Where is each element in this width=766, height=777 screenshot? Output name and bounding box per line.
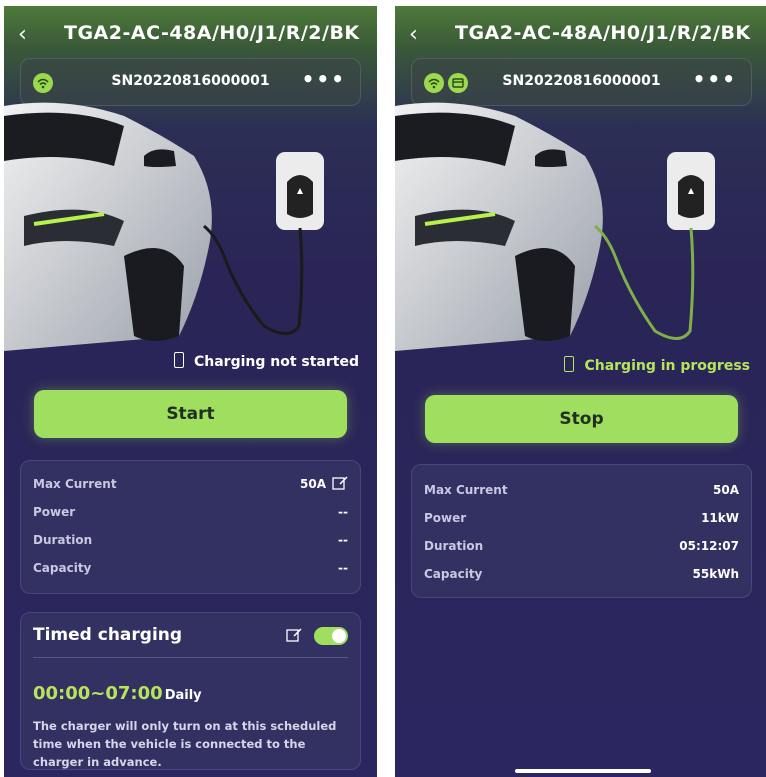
battery-icon — [564, 356, 575, 372]
car-charger-illustration — [4, 102, 324, 352]
page-title: TGA2-AC-48A/H0/J1/R/2/BK — [455, 22, 751, 44]
charging-status-text: Charging in progress — [584, 358, 750, 374]
edit-icon[interactable] — [332, 475, 348, 494]
start-button[interactable]: Start — [34, 390, 347, 438]
screen-not-charging: ‹ TGA2-AC-48A/H0/J1/R/2/BK SN20220816000… — [4, 6, 377, 777]
info-label: Capacity — [424, 567, 483, 581]
charger-info-card: Max Current 50A Power -- Duration -- Cap… — [20, 460, 361, 594]
info-row-capacity: Capacity 55kWh — [424, 567, 739, 587]
stop-button[interactable]: Stop — [425, 395, 738, 443]
info-value: 05:12:07 — [679, 539, 739, 553]
info-row-duration: Duration 05:12:07 — [424, 539, 739, 559]
charging-status: Charging not started — [173, 352, 359, 370]
edit-icon[interactable] — [286, 627, 302, 647]
header: ‹ TGA2-AC-48A/H0/J1/R/2/BK — [4, 18, 377, 52]
back-icon[interactable]: ‹ — [409, 22, 418, 47]
info-value: 55kWh — [692, 567, 739, 581]
charging-status-text: Charging not started — [193, 354, 359, 370]
info-value: -- — [338, 505, 348, 519]
screen-charging: ‹ TGA2-AC-48A/H0/J1/R/2/BK SN20220816000… — [395, 6, 766, 777]
info-row-power: Power -- — [33, 505, 348, 525]
timed-charging-toggle[interactable] — [314, 627, 348, 645]
repeat-label: Daily — [164, 688, 202, 703]
toggle-knob — [332, 629, 346, 643]
info-label: Duration — [424, 539, 484, 553]
divider — [33, 657, 348, 658]
info-row-power: Power 11kW — [424, 511, 739, 531]
info-label: Power — [424, 511, 467, 525]
info-value: -- — [338, 561, 348, 575]
time-range-text: 00:00~07:00 — [33, 683, 163, 704]
more-icon[interactable]: ••• — [302, 67, 346, 91]
schedule-time-range: 00:00~07:00 Daily — [33, 683, 202, 704]
back-icon[interactable]: ‹ — [18, 22, 27, 47]
info-row-duration: Duration -- — [33, 533, 348, 553]
timed-charging-description: The charger will only turn on at this sc… — [33, 719, 337, 769]
info-row-max-current: Max Current 50A — [424, 483, 739, 503]
info-row-max-current: Max Current 50A — [33, 475, 348, 497]
page-title: TGA2-AC-48A/H0/J1/R/2/BK — [64, 22, 360, 44]
info-value: 11kW — [701, 511, 739, 525]
battery-icon — [173, 352, 184, 368]
info-row-capacity: Capacity -- — [33, 561, 348, 581]
charging-status: Charging in progress — [564, 356, 750, 374]
timed-charging-title: Timed charging — [33, 625, 183, 645]
car-charger-illustration — [395, 102, 715, 352]
info-label: Capacity — [33, 561, 92, 575]
info-value: -- — [338, 533, 348, 547]
more-icon[interactable]: ••• — [693, 67, 737, 91]
info-label: Duration — [33, 533, 93, 547]
info-label: Power — [33, 505, 76, 519]
timed-charging-card: Timed charging 00:00~07:00 Daily The char… — [20, 612, 361, 770]
charger-info-card: Max Current 50A Power 11kW Duration 05:1… — [411, 464, 752, 598]
info-value: 50A — [300, 477, 326, 491]
info-value: 50A — [713, 483, 739, 497]
header: ‹ TGA2-AC-48A/H0/J1/R/2/BK — [395, 18, 766, 52]
home-indicator — [515, 769, 651, 773]
info-label: Max Current — [33, 477, 117, 491]
info-label: Max Current — [424, 483, 508, 497]
